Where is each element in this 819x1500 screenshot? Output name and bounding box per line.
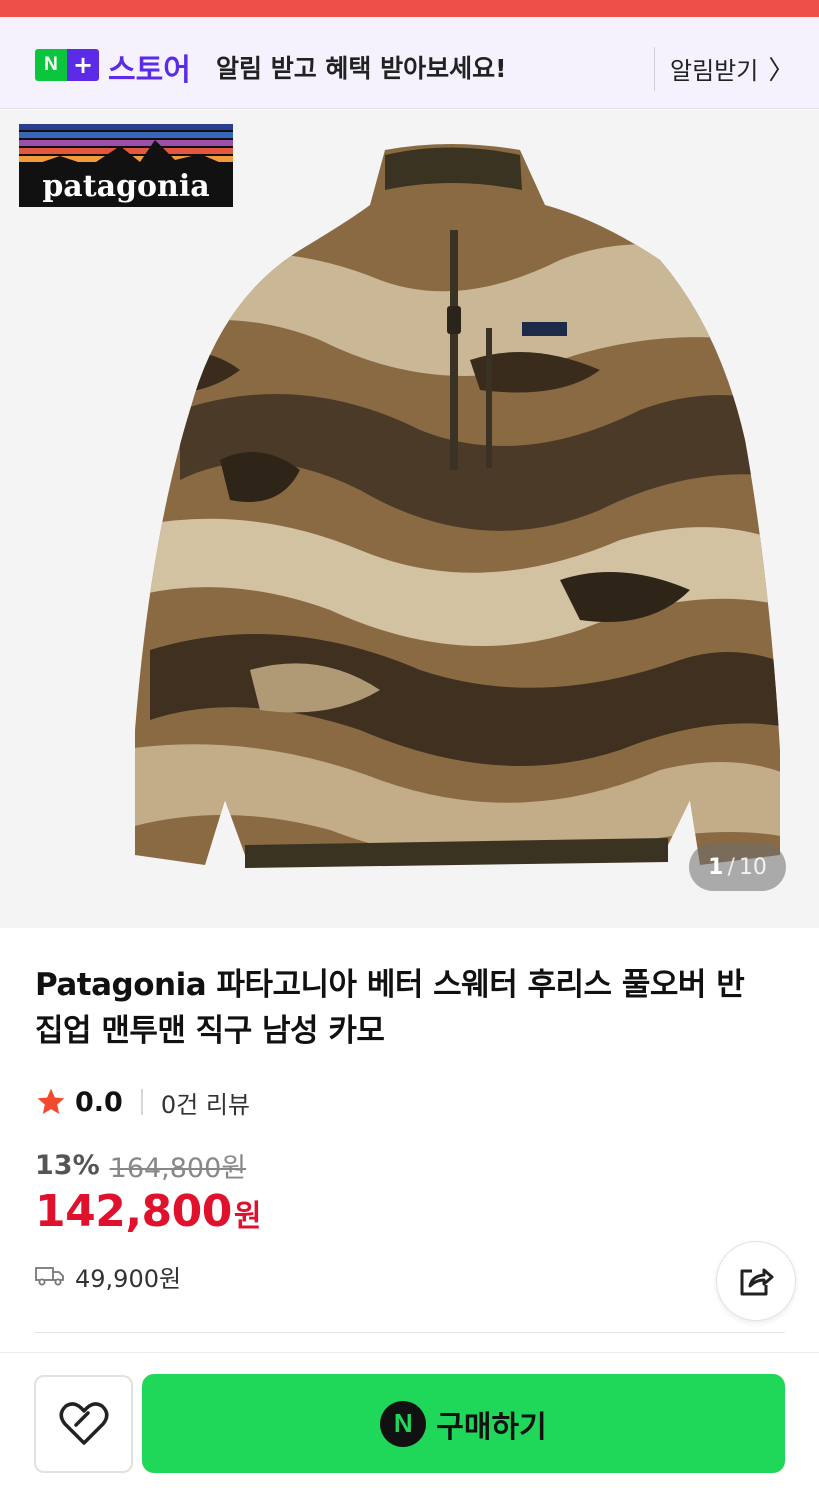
store-label: 스토어 — [108, 53, 191, 88]
share-button[interactable] — [716, 1241, 796, 1321]
notify-label: 알림받기 — [670, 56, 759, 85]
banner-message: 알림 받고 혜택 받아보세요! — [216, 54, 507, 83]
naver-n-icon: N — [35, 49, 67, 81]
like-button[interactable] — [34, 1375, 133, 1473]
bottom-action-bar: N 구매하기 — [0, 1352, 819, 1500]
discount-rate: 13% — [35, 1149, 100, 1181]
chevron-right-icon: 〉 — [768, 55, 795, 86]
image-counter-total: 10 — [738, 854, 767, 880]
plus-icon: + — [67, 49, 99, 81]
product-title: Patagonia 파타고니아 베터 스웨터 후리스 풀오버 반집업 맨투맨 직… — [35, 967, 745, 1049]
original-price: 164,800원 — [109, 1152, 247, 1184]
sale-price-unit: 원 — [233, 1199, 262, 1234]
rating-divider — [140, 1089, 143, 1115]
patagonia-logo: patagonia — [19, 124, 233, 207]
image-counter-separator: / — [727, 854, 735, 880]
truck-icon — [35, 1267, 64, 1286]
rating-row[interactable]: 0.0 0건 리뷰 — [35, 1082, 250, 1122]
section-divider — [35, 1332, 785, 1333]
image-counter: 1 / 10 — [689, 843, 786, 891]
product-image: patagonia — [19, 124, 780, 868]
discount-row: 13% 164,800원 — [35, 1145, 246, 1185]
rating-score: 0.0 — [75, 1086, 123, 1118]
top-accent-bar — [0, 0, 819, 17]
sale-price: 142,800 — [35, 1186, 232, 1237]
star-icon — [37, 1088, 65, 1114]
notify-button[interactable]: 알림받기 〉 — [670, 47, 794, 89]
buy-button[interactable]: N 구매하기 — [142, 1374, 785, 1473]
share-icon — [740, 1268, 774, 1296]
review-count[interactable]: 0건 리뷰 — [161, 1085, 250, 1120]
naver-pay-icon: N — [380, 1400, 427, 1447]
naver-plus-badge: N + — [35, 49, 99, 81]
sale-price-row: 142,800 원 — [35, 1186, 262, 1237]
shipping-row: 49,900원 — [35, 1256, 181, 1296]
svg-text:patagonia: patagonia — [42, 169, 209, 204]
shipping-fee: 49,900원 — [75, 1264, 182, 1293]
image-counter-current: 1 — [708, 854, 724, 880]
heart-icon — [59, 1402, 108, 1445]
banner-divider — [654, 47, 655, 91]
buy-label: 구매하기 — [436, 1409, 547, 1445]
product-image-gallery[interactable]: patagonia 1 / 10 — [0, 110, 819, 928]
notification-banner[interactable]: N + 스토어 알림 받고 혜택 받아보세요! 알림받기 〉 — [0, 17, 819, 109]
